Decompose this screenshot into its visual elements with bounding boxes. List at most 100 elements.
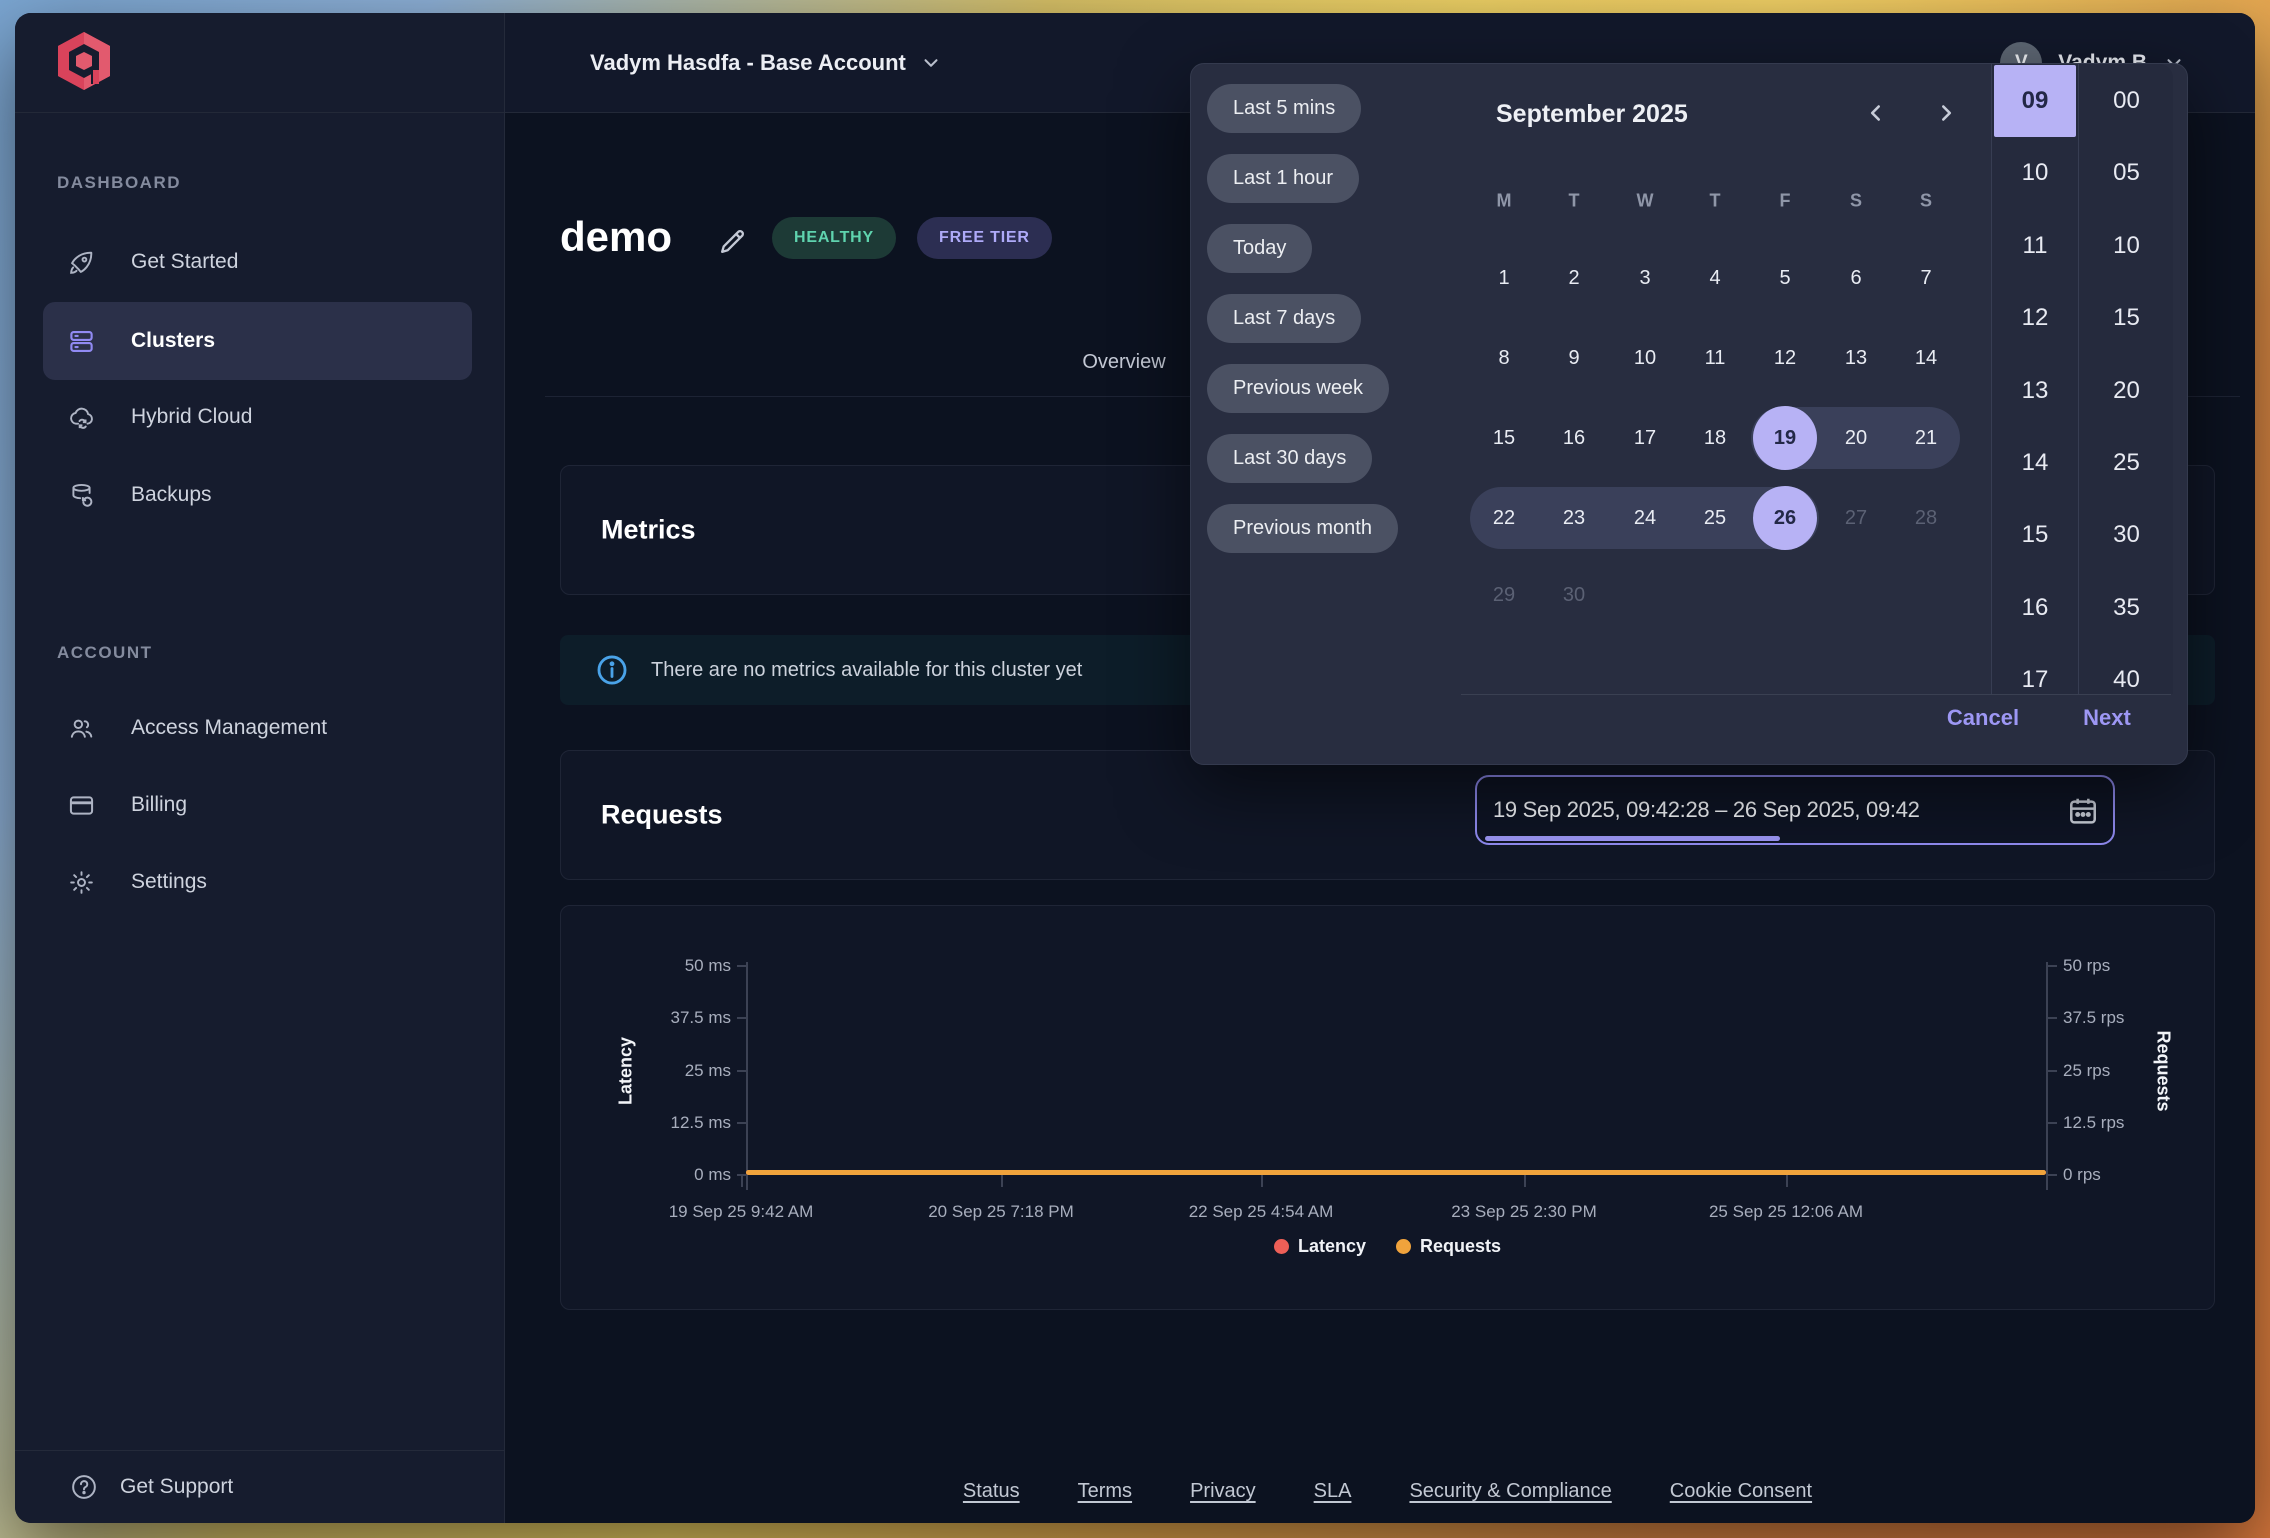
sidebar-item-label: Get Started	[131, 250, 238, 274]
calendar-day-4[interactable]: 4	[1683, 246, 1747, 310]
sidebar-section-label: ACCOUNT	[57, 643, 153, 663]
calendar-day-30[interactable]: 30	[1542, 563, 1606, 627]
calendar-day-24[interactable]: 24	[1613, 486, 1677, 550]
hour-option-12[interactable]: 12	[1994, 282, 2076, 354]
prev-month-button[interactable]	[1858, 96, 1894, 132]
next-button[interactable]: Next	[2078, 705, 2136, 731]
get-support-button[interactable]: Get Support	[15, 1450, 504, 1523]
legend-item-latency[interactable]: Latency	[1274, 1236, 1366, 1257]
tier-badge: FREE TIER	[917, 217, 1052, 259]
quick-range-previous-month[interactable]: Previous month	[1207, 504, 1398, 553]
credit-card-icon	[68, 792, 95, 819]
hour-option-15[interactable]: 15	[1994, 499, 2076, 571]
footer-link-terms[interactable]: Terms	[1078, 1480, 1132, 1503]
calendar-day-11[interactable]: 11	[1683, 326, 1747, 390]
time-selector: 091011121314151617 000510152025303540	[1991, 64, 2173, 694]
sidebar-item-billing[interactable]: Billing	[43, 766, 472, 844]
calendar-icon	[2067, 795, 2099, 827]
sidebar-item-label: Billing	[131, 793, 187, 817]
calendar-day-18[interactable]: 18	[1683, 406, 1747, 470]
calendar-day-14[interactable]: 14	[1894, 326, 1958, 390]
quick-range-last-30-days[interactable]: Last 30 days	[1207, 434, 1372, 483]
sidebar-item-label: Backups	[131, 483, 212, 507]
sidebar-item-backups[interactable]: Backups	[43, 456, 472, 534]
sidebar-item-access-management[interactable]: Access Management	[43, 689, 472, 767]
minute-option-05[interactable]: 05	[2081, 137, 2172, 209]
calendar-day-9[interactable]: 9	[1542, 326, 1606, 390]
calendar-day-7[interactable]: 7	[1894, 246, 1958, 310]
legend-item-requests[interactable]: Requests	[1396, 1236, 1501, 1257]
quick-range-last-7-days[interactable]: Last 7 days	[1207, 294, 1361, 343]
date-range-input[interactable]: 19 Sep 2025, 09:42:28 – 26 Sep 2025, 09:…	[1475, 775, 2115, 845]
calendar-day-6[interactable]: 6	[1824, 246, 1888, 310]
footer-link-cookie-consent[interactable]: Cookie Consent	[1670, 1480, 1812, 1503]
calendar-day-27[interactable]: 27	[1824, 486, 1888, 550]
calendar-day-15[interactable]: 15	[1472, 406, 1536, 470]
weekday-label: T	[1569, 191, 1580, 212]
edit-pencil-icon[interactable]	[717, 226, 748, 257]
status-badge: HEALTHY	[772, 217, 896, 259]
calendar-day-17[interactable]: 17	[1613, 406, 1677, 470]
hour-option-10[interactable]: 10	[1994, 137, 2076, 209]
y-tick-right: 25 rps	[2063, 1061, 2110, 1081]
next-month-button[interactable]	[1928, 96, 1964, 132]
app-logo-icon[interactable]	[55, 30, 113, 92]
footer-link-security-compliance[interactable]: Security & Compliance	[1409, 1480, 1611, 1503]
hour-option-13[interactable]: 13	[1994, 355, 2076, 427]
calendar-day-12[interactable]: 12	[1753, 326, 1817, 390]
y-tick-right: 37.5 rps	[2063, 1008, 2124, 1028]
calendar-day-29[interactable]: 29	[1472, 563, 1536, 627]
hour-option-11[interactable]: 11	[1994, 210, 2076, 282]
minute-option-30[interactable]: 30	[2081, 499, 2172, 571]
minute-option-00[interactable]: 00	[2081, 65, 2172, 137]
question-circle-icon	[70, 1473, 98, 1501]
date-range-value: 19 Sep 2025, 09:42:28 – 26 Sep 2025, 09:…	[1477, 797, 1920, 823]
tick-mark	[2048, 965, 2057, 967]
calendar-day-20[interactable]: 20	[1824, 406, 1888, 470]
sidebar-item-settings[interactable]: Settings	[43, 843, 472, 921]
minute-option-15[interactable]: 15	[2081, 282, 2172, 354]
calendar-day-22[interactable]: 22	[1472, 486, 1536, 550]
quick-range-today[interactable]: Today	[1207, 224, 1312, 273]
calendar-day-28[interactable]: 28	[1894, 486, 1958, 550]
cancel-button[interactable]: Cancel	[1941, 705, 2025, 731]
tab-overview[interactable]: Overview	[1082, 351, 1165, 374]
account-selector-label: Vadym Hasdfa - Base Account	[590, 50, 906, 76]
hour-option-17[interactable]: 17	[1994, 644, 2076, 694]
tick-mark	[2048, 1174, 2057, 1176]
calendar-day-13[interactable]: 13	[1824, 326, 1888, 390]
footer-link-status[interactable]: Status	[963, 1480, 1020, 1503]
sidebar-item-hybrid-cloud[interactable]: Hybrid Cloud	[43, 378, 472, 456]
minute-option-25[interactable]: 25	[2081, 427, 2172, 499]
minute-option-35[interactable]: 35	[2081, 572, 2172, 644]
calendar-day-1[interactable]: 1	[1472, 246, 1536, 310]
sidebar-item-get-started[interactable]: Get Started	[43, 223, 472, 301]
quick-range-previous-week[interactable]: Previous week	[1207, 364, 1389, 413]
weekday-label: F	[1780, 191, 1791, 212]
calendar-day-3[interactable]: 3	[1613, 246, 1677, 310]
sidebar: DASHBOARDGet StartedClustersHybrid Cloud…	[15, 13, 505, 1523]
calendar-day-10[interactable]: 10	[1613, 326, 1677, 390]
hour-option-16[interactable]: 16	[1994, 572, 2076, 644]
quick-range-last-1-hour[interactable]: Last 1 hour	[1207, 154, 1359, 203]
calendar-day-2[interactable]: 2	[1542, 246, 1606, 310]
calendar-day-16[interactable]: 16	[1542, 406, 1606, 470]
footer-link-privacy[interactable]: Privacy	[1190, 1480, 1256, 1503]
calendar-day-19[interactable]: 19	[1753, 406, 1817, 470]
sidebar-item-clusters[interactable]: Clusters	[43, 302, 472, 380]
minute-option-20[interactable]: 20	[2081, 355, 2172, 427]
minute-option-40[interactable]: 40	[2081, 644, 2172, 694]
weekday-label: S	[1850, 191, 1862, 212]
calendar-day-8[interactable]: 8	[1472, 326, 1536, 390]
calendar-day-25[interactable]: 25	[1683, 486, 1747, 550]
account-selector[interactable]: Vadym Hasdfa - Base Account	[590, 13, 942, 113]
calendar-day-21[interactable]: 21	[1894, 406, 1958, 470]
calendar-day-26[interactable]: 26	[1753, 486, 1817, 550]
calendar-day-5[interactable]: 5	[1753, 246, 1817, 310]
quick-range-last-5-mins[interactable]: Last 5 mins	[1207, 84, 1361, 133]
hour-option-09[interactable]: 09	[1994, 65, 2076, 137]
footer-link-sla[interactable]: SLA	[1314, 1480, 1352, 1503]
hour-option-14[interactable]: 14	[1994, 427, 2076, 499]
calendar-day-23[interactable]: 23	[1542, 486, 1606, 550]
minute-option-10[interactable]: 10	[2081, 210, 2172, 282]
